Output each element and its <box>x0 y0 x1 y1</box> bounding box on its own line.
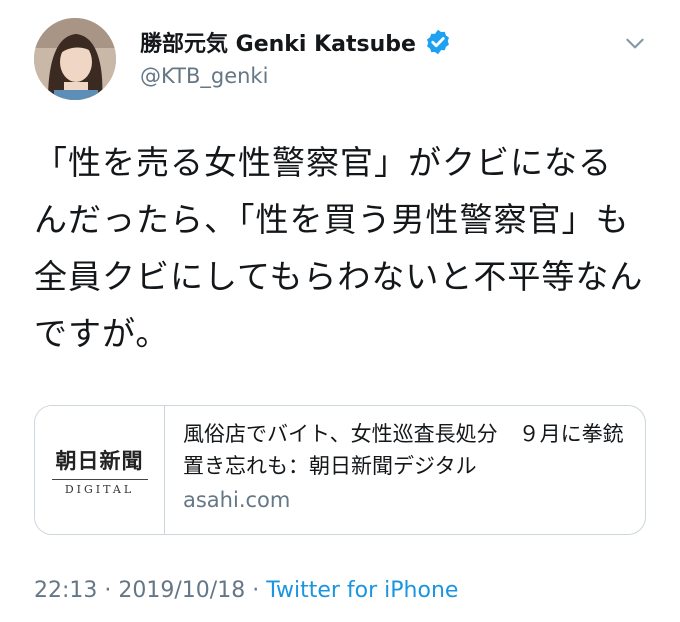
card-body: 風俗店でバイト、女性巡査長処分 ９月に拳銃置き忘れも：朝日新聞デジタル asah… <box>165 406 645 534</box>
tweet-source-link[interactable]: Twitter for iPhone <box>266 578 458 603</box>
verified-badge-icon <box>424 28 452 56</box>
tweet-date[interactable]: 2019/10/18 <box>118 578 245 603</box>
link-card[interactable]: 朝日新聞 DIGITAL 風俗店でバイト、女性巡査長処分 ９月に拳銃置き忘れも：… <box>34 405 646 535</box>
name-row: 勝部元気 Genki Katsube <box>140 26 452 58</box>
chevron-down-icon[interactable] <box>622 30 648 56</box>
avatar[interactable] <box>34 18 116 100</box>
asahi-logo-digital: DIGITAL <box>64 482 135 496</box>
tweet-header: 勝部元気 Genki Katsube @KTB_genki <box>34 18 654 102</box>
display-name[interactable]: 勝部元気 Genki Katsube <box>140 26 416 58</box>
meta-separator-2: · <box>245 578 267 603</box>
logo-divider <box>51 478 148 480</box>
asahi-logo-text: 朝日新聞 <box>55 447 144 473</box>
tweet-text: 「性を売る女性警察官」がクビになるんだったら、「性を買う男性警察官」も全員クビに… <box>34 143 644 353</box>
user-handle[interactable]: @KTB_genki <box>140 64 268 88</box>
avatar-image <box>34 18 116 100</box>
card-thumbnail: 朝日新聞 DIGITAL <box>35 406 165 534</box>
card-title: 風俗店でバイト、女性巡査長処分 ９月に拳銃置き忘れも：朝日新聞デジタル <box>183 422 624 478</box>
card-domain: asahi.com <box>183 488 291 512</box>
tweet-time[interactable]: 22:13 <box>34 578 97 603</box>
tweet-meta: 22:13 · 2019/10/18 · Twitter for iPhone <box>34 578 458 603</box>
meta-separator: · <box>97 578 119 603</box>
